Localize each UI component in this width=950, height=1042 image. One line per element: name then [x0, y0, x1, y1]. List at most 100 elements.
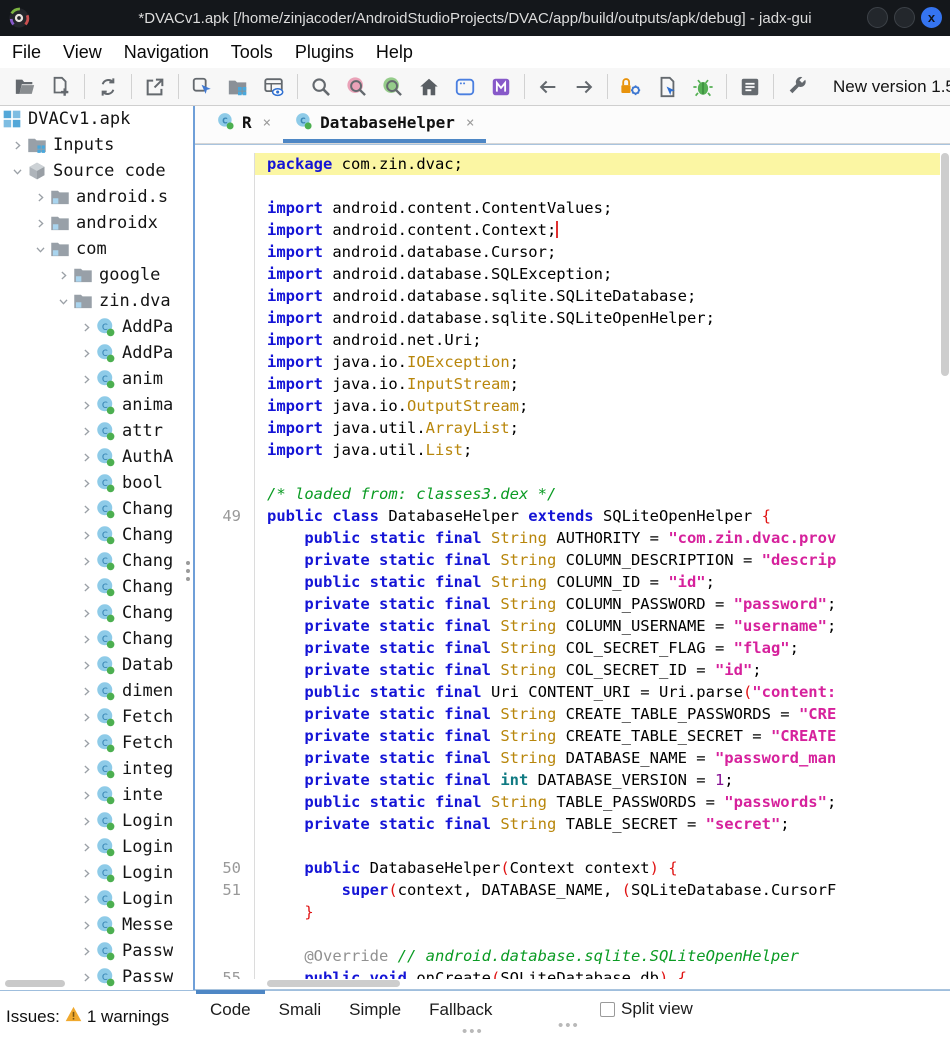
chevron-right-icon[interactable] [77, 786, 96, 804]
tree-item-login[interactable]: cLogin [0, 834, 193, 860]
drag-handle-dots[interactable]: ••• [558, 1017, 580, 1034]
tree-item-com[interactable]: com [0, 236, 193, 262]
code-line[interactable]: import java.util.ArrayList; [195, 417, 940, 439]
tree-item-chang[interactable]: cChang [0, 626, 193, 652]
code-line[interactable] [195, 923, 940, 945]
tree-item-passw[interactable]: cPassw [0, 938, 193, 964]
reload-icon[interactable] [96, 75, 120, 99]
chevron-right-icon[interactable] [77, 604, 96, 622]
chevron-down-icon[interactable] [8, 162, 27, 180]
tree-item-datab[interactable]: cDatab [0, 652, 193, 678]
code-line[interactable]: private static final String COL_SECRET_I… [195, 659, 940, 681]
tree-item-inputs[interactable]: Inputs [0, 132, 193, 158]
tree-item-fetch[interactable]: cFetch [0, 704, 193, 730]
code-line[interactable]: private static final String CREATE_TABLE… [195, 703, 940, 725]
code-line[interactable]: import android.content.Context; [195, 219, 940, 241]
chevron-right-icon[interactable] [77, 630, 96, 648]
tree-item-chang[interactable]: cChang [0, 574, 193, 600]
tree-item-attr[interactable]: cattr [0, 418, 193, 444]
search-text-icon[interactable] [309, 75, 333, 99]
code-line[interactable]: import android.content.ContentValues; [195, 197, 940, 219]
code-line[interactable]: private static final String COLUMN_DESCR… [195, 549, 940, 571]
log-viewer-icon[interactable] [738, 75, 762, 99]
code-line[interactable]: } [195, 901, 940, 923]
chevron-right-icon[interactable] [77, 864, 96, 882]
open-frame-icon[interactable] [453, 75, 477, 99]
debugger-icon[interactable] [691, 75, 715, 99]
code-line[interactable]: import java.util.List; [195, 439, 940, 461]
chevron-right-icon[interactable] [77, 474, 96, 492]
chevron-right-icon[interactable] [77, 448, 96, 466]
deobfuscation-icon[interactable] [619, 75, 643, 99]
chevron-right-icon[interactable] [77, 916, 96, 934]
code-line[interactable]: import android.database.Cursor; [195, 241, 940, 263]
chevron-right-icon[interactable] [31, 214, 50, 232]
code-line[interactable]: 55 public void onCreate(SQLiteDatabase d… [195, 967, 940, 979]
tree-item-integ[interactable]: cinteg [0, 756, 193, 782]
close-button[interactable]: x [921, 7, 942, 28]
menu-file[interactable]: File [1, 36, 52, 68]
editor-vertical-scrollbar[interactable] [941, 153, 949, 376]
tree-item-anim[interactable]: canim [0, 366, 193, 392]
tree-item-login[interactable]: cLogin [0, 860, 193, 886]
tree-item-inte[interactable]: cinte [0, 782, 193, 808]
panel-splitter[interactable] [186, 561, 192, 581]
tree-item-source-code[interactable]: Source code [0, 158, 193, 184]
code-line[interactable]: private static final String TABLE_SECRET… [195, 813, 940, 835]
menu-plugins[interactable]: Plugins [284, 36, 365, 68]
issues-status[interactable]: Issues: 1 warnings [6, 1006, 169, 1027]
code-line[interactable]: import android.net.Uri; [195, 329, 940, 351]
tree-item-chang[interactable]: cChang [0, 522, 193, 548]
split-view-checkbox[interactable] [600, 1002, 615, 1017]
nav-forward-icon[interactable] [572, 75, 596, 99]
tree-horizontal-scrollbar[interactable] [5, 980, 65, 987]
code-line[interactable] [195, 835, 940, 857]
code-line[interactable]: /* loaded from: classes3.dex */ [195, 483, 940, 505]
view-tab-fallback[interactable]: Fallback [415, 991, 506, 1029]
search-comment-icon[interactable] [381, 75, 405, 99]
minimize-button[interactable] [867, 7, 888, 28]
code-line[interactable]: import java.io.IOException; [195, 351, 940, 373]
chevron-right-icon[interactable] [31, 188, 50, 206]
code-line[interactable]: package com.zin.dvac; [195, 153, 940, 175]
code-line[interactable]: @Override // android.database.sqlite.SQL… [195, 945, 940, 967]
tree-item-login[interactable]: cLogin [0, 808, 193, 834]
menu-navigation[interactable]: Navigation [113, 36, 220, 68]
tree-item-autha[interactable]: cAuthA [0, 444, 193, 470]
view-tab-simple[interactable]: Simple [335, 991, 415, 1029]
code-line[interactable]: import android.database.SQLException; [195, 263, 940, 285]
tree-item-google[interactable]: google [0, 262, 193, 288]
code-line[interactable]: 50 public DatabaseHelper(Context context… [195, 857, 940, 879]
main-activity-icon[interactable] [417, 75, 441, 99]
code-line[interactable] [195, 461, 940, 483]
tree-item-android-s[interactable]: android.s [0, 184, 193, 210]
tree-item-chang[interactable]: cChang [0, 548, 193, 574]
editor-tab-databasehelper[interactable]: cDatabaseHelper× [283, 106, 486, 143]
chevron-right-icon[interactable] [77, 838, 96, 856]
code-line[interactable]: import java.io.OutputStream; [195, 395, 940, 417]
tree-item-messe[interactable]: cMesse [0, 912, 193, 938]
editor-tab-r[interactable]: cR× [205, 106, 283, 143]
editor-horizontal-scrollbar[interactable] [267, 980, 400, 987]
select-open-class-icon[interactable] [190, 75, 214, 99]
chevron-right-icon[interactable] [77, 578, 96, 596]
chevron-right-icon[interactable] [77, 500, 96, 518]
chevron-right-icon[interactable] [77, 812, 96, 830]
tree-item-dvacv1-apk[interactable]: DVACv1.apk [0, 106, 193, 132]
tree-item-dimen[interactable]: cdimen [0, 678, 193, 704]
code-line[interactable]: public static final Uri CONTENT_URI = Ur… [195, 681, 940, 703]
tree-item-login[interactable]: cLogin [0, 886, 193, 912]
chevron-right-icon[interactable] [77, 890, 96, 908]
tree-item-zin-dva[interactable]: zin.dva [0, 288, 193, 314]
tab-close-icon[interactable]: × [466, 115, 474, 131]
code-view[interactable]: package com.zin.dvac; import android.cont… [195, 145, 940, 979]
menu-view[interactable]: View [52, 36, 113, 68]
code-line[interactable]: private static final String COL_SECRET_F… [195, 637, 940, 659]
chevron-right-icon[interactable] [77, 734, 96, 752]
code-line[interactable]: public static final String COLUMN_ID = "… [195, 571, 940, 593]
open-file-icon[interactable] [13, 75, 37, 99]
split-view-toggle[interactable]: Split view [600, 999, 693, 1019]
code-line[interactable]: private static final String DATABASE_NAM… [195, 747, 940, 769]
code-line[interactable]: 51 super(context, DATABASE_NAME, (SQLite… [195, 879, 940, 901]
preferences-icon[interactable] [785, 75, 809, 99]
